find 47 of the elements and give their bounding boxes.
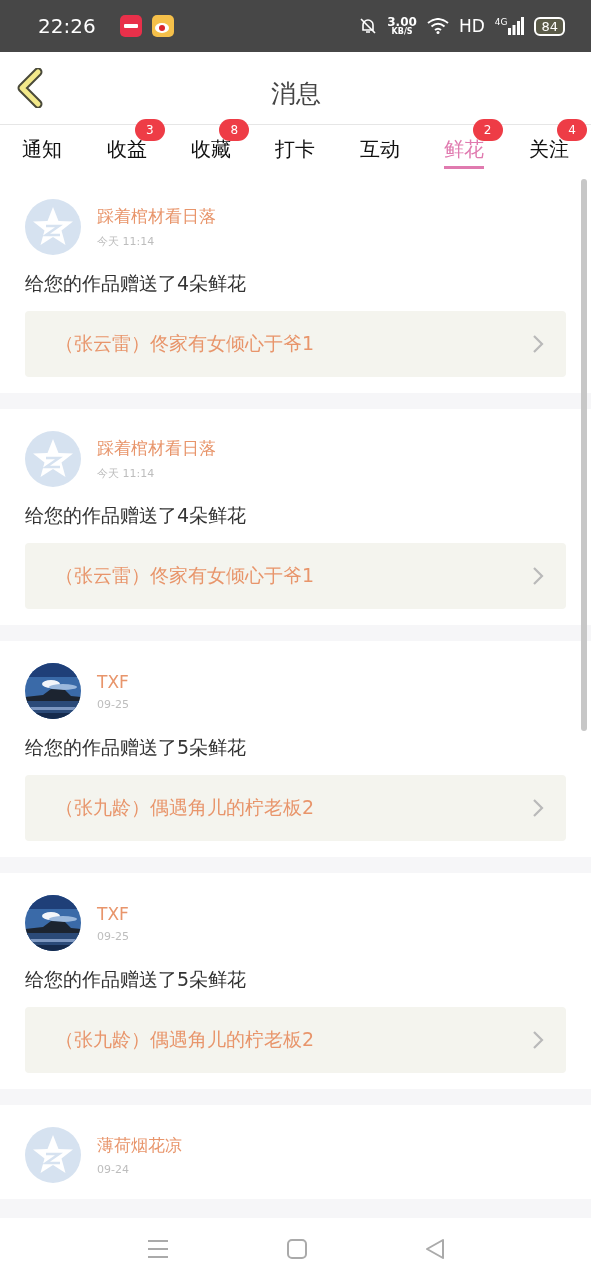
- message-time: 09-24: [97, 1163, 130, 1176]
- home-square-icon[interactable]: [286, 1239, 307, 1259]
- sender-name[interactable]: TXF: [97, 671, 129, 692]
- work-link[interactable]: （张九龄）偶遇角儿的柠老板2: [25, 1007, 566, 1073]
- clock-time: 22:26: [38, 14, 96, 38]
- default-avatar-icon: [25, 199, 81, 255]
- back-triangle-icon[interactable]: [424, 1238, 445, 1260]
- menu-icon[interactable]: [146, 1239, 169, 1259]
- speed-unit: KB/S: [391, 28, 413, 36]
- app-icon: [119, 15, 142, 37]
- eye-app-icon: [151, 15, 174, 37]
- page-title: 消息: [270, 77, 321, 110]
- default-avatar-icon: [25, 431, 81, 487]
- chevron-right-icon: [532, 798, 544, 818]
- chevron-right-icon: [532, 566, 544, 586]
- message-time: 今天 11:14: [97, 466, 156, 481]
- message-text: 给您的作品赠送了4朵鲜花: [25, 271, 248, 296]
- chevron-left-icon: [16, 68, 44, 108]
- network-label: HD: [458, 16, 485, 36]
- count-badge: 3: [134, 119, 165, 141]
- sender-name[interactable]: TXF: [97, 903, 129, 924]
- tab[interactable]: 互动: [359, 125, 400, 169]
- message-text: 给您的作品赠送了5朵鲜花: [25, 735, 248, 760]
- sender-name[interactable]: 踩着棺材看日落: [97, 205, 216, 228]
- message-text: 给您的作品赠送了4朵鲜花: [25, 503, 248, 528]
- work-link[interactable]: （张云雷）佟家有女倾心于爷1: [25, 311, 566, 377]
- tab[interactable]: 打卡: [275, 125, 316, 169]
- sender-name[interactable]: 薄荷烟花凉: [97, 1134, 182, 1157]
- work-link[interactable]: （张九龄）偶遇角儿的柠老板2: [25, 775, 566, 841]
- chevron-right-icon: [532, 334, 544, 354]
- back-button[interactable]: [16, 68, 44, 108]
- battery-level: 84: [534, 16, 565, 36]
- message-text: 给您的作品赠送了5朵鲜花: [25, 967, 248, 992]
- message-time: 09-25: [97, 929, 129, 943]
- wifi-icon: [426, 18, 449, 34]
- default-avatar-icon: [25, 1127, 81, 1183]
- sender-name[interactable]: 踩着棺材看日落: [97, 437, 216, 460]
- message-time: 今天 11:14: [97, 234, 156, 249]
- scrollbar[interactable]: [581, 179, 587, 731]
- tab[interactable]: 通知: [22, 125, 63, 169]
- signal-icon: [508, 17, 525, 35]
- message-time: 09-25: [97, 697, 129, 711]
- work-link[interactable]: （张云雷）佟家有女倾心于爷1: [25, 543, 566, 609]
- cell-type: 4G: [494, 17, 508, 27]
- speed-value: 3.00: [387, 16, 417, 28]
- chevron-right-icon: [532, 1030, 544, 1050]
- bell-off-icon: [359, 17, 378, 35]
